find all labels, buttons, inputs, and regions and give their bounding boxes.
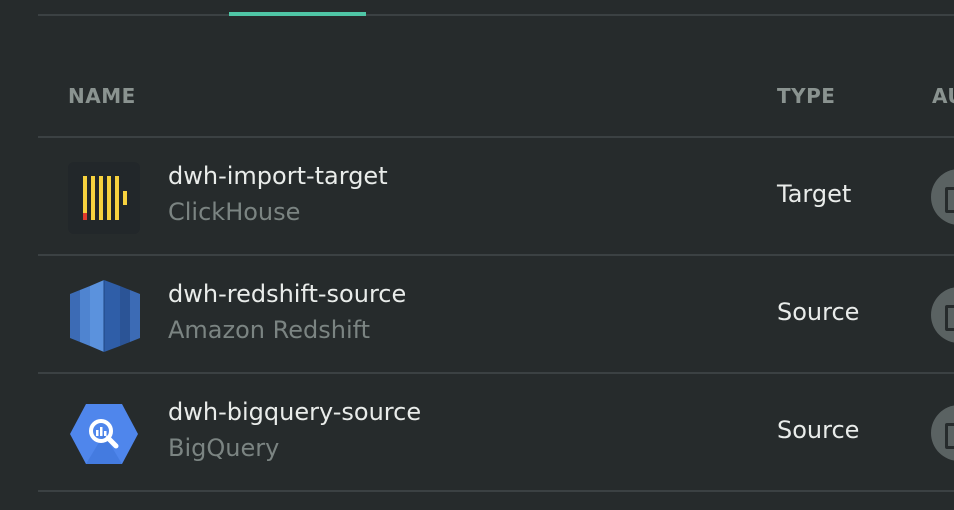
column-header-name[interactable]: NAME [68,84,136,108]
connection-name[interactable]: dwh-bigquery-source [168,398,421,426]
connection-provider: BigQuery [168,434,280,462]
credential-icon [945,305,954,331]
auth-avatar[interactable] [931,287,954,343]
credential-icon [945,187,954,213]
connection-type: Source [777,416,860,444]
connection-name[interactable]: dwh-redshift-source [168,280,406,308]
table-row[interactable]: dwh-redshift-source Amazon Redshift Sour… [38,256,954,374]
active-tab-indicator[interactable] [229,12,366,16]
auth-avatar[interactable] [931,405,954,461]
column-header-type[interactable]: TYPE [777,84,835,108]
connection-provider: ClickHouse [168,198,301,226]
bigquery-logo-icon [68,398,140,470]
connections-page: NAME TYPE AU dwh-import-target ClickHous… [0,0,954,510]
clickhouse-logo-icon [68,162,140,234]
table-header: NAME TYPE AU [38,56,954,138]
table-row[interactable]: dwh-import-target ClickHouse Target [38,138,954,256]
connection-type: Source [777,298,860,326]
connection-name[interactable]: dwh-import-target [168,162,388,190]
connection-provider: Amazon Redshift [168,316,371,344]
amazon-redshift-logo-icon [68,280,140,352]
connection-type: Target [777,180,852,208]
column-header-auth[interactable]: AU [932,84,954,108]
table-row[interactable]: dwh-bigquery-source BigQuery Source [38,374,954,492]
auth-avatar[interactable] [931,169,954,225]
credential-icon [945,423,954,449]
tab-bar-divider [38,14,954,16]
